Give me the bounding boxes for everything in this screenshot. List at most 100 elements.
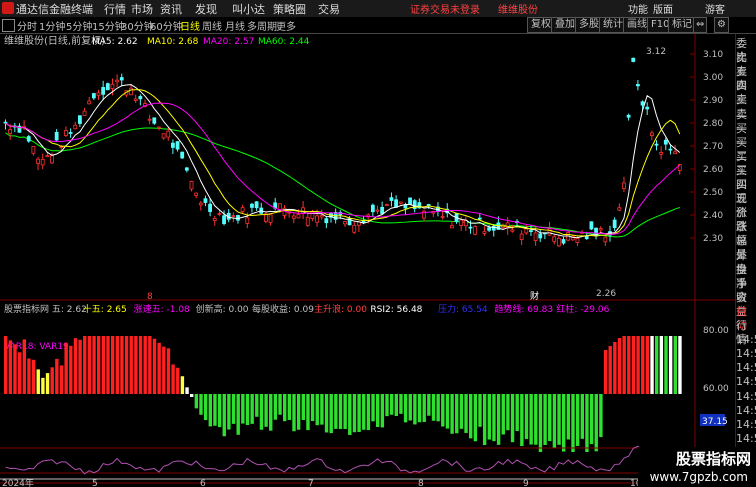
indicator-bar xyxy=(589,394,594,445)
panel-toggle-icon[interactable] xyxy=(2,19,15,32)
candle xyxy=(659,146,664,160)
candle xyxy=(291,212,296,224)
menu-quotes[interactable]: 行情 xyxy=(104,1,126,17)
menu-trade[interactable]: 交易 xyxy=(318,1,340,17)
candle xyxy=(603,236,608,246)
kline-chart[interactable]: 维维股份(日线,前复权) MA5: 2.62 MA10: 2.68 MA20: … xyxy=(0,34,735,487)
candle xyxy=(538,229,543,243)
indicator-bar xyxy=(566,394,571,440)
candle xyxy=(87,96,92,105)
quote-sidebar: 委比 卖五 卖四 卖三 卖二 卖一 买一 买二 买三 买四 买五 现价 涨跌 涨幅 总量 外盘 换手 净资 收益 自动… xyxy=(735,34,756,487)
indicator-bar xyxy=(478,394,482,427)
indicator-bar xyxy=(580,394,584,439)
period-60min[interactable]: 60分钟 xyxy=(150,18,183,33)
menu-layout[interactable]: 版面 xyxy=(653,1,673,16)
indicator-bar xyxy=(627,336,631,394)
indicator-bar xyxy=(120,336,124,394)
candle xyxy=(631,57,636,63)
period-1min[interactable]: 1分钟 xyxy=(39,18,65,33)
indicator-bar xyxy=(190,394,194,397)
date-tick: 7 xyxy=(308,479,314,487)
finance-marker: 财 xyxy=(530,290,539,302)
app-title: 通达信金融终端 xyxy=(16,3,93,16)
price-tick: 2.30 xyxy=(703,234,723,244)
menu-market[interactable]: 市场 xyxy=(131,1,153,17)
indicator-bar xyxy=(617,338,622,394)
date-tick: 6 xyxy=(200,479,206,487)
settings-icon[interactable]: ⚙ xyxy=(714,17,729,33)
indicator-bar xyxy=(143,336,147,394)
candle xyxy=(180,151,185,159)
period-15min[interactable]: 15分钟 xyxy=(92,18,125,33)
candle xyxy=(212,215,217,226)
indicator-bar xyxy=(408,394,412,421)
indicator-bar xyxy=(464,394,468,433)
candle xyxy=(170,139,175,154)
ma10-label: MA10: 2.68 xyxy=(147,37,199,47)
indicator-bar xyxy=(222,394,226,437)
period-daily[interactable]: 日线 xyxy=(180,18,200,33)
candle xyxy=(3,119,8,130)
indicator-label: 主升浪: 0.00 xyxy=(314,303,367,315)
indicator-bar xyxy=(562,394,566,452)
candle xyxy=(612,217,617,232)
menu-xiaoda[interactable]: 叫小达 xyxy=(232,1,265,17)
candle xyxy=(477,213,482,221)
indicator-bar xyxy=(199,394,203,415)
guest-label[interactable]: 游客 xyxy=(705,1,725,16)
indicator-label: 每股收益: 0.09 xyxy=(252,303,314,315)
menu-strategy[interactable]: 策略圈 xyxy=(273,1,306,17)
price-tick: 2.60 xyxy=(703,165,723,175)
ma60-line xyxy=(5,127,680,238)
indicator-bar xyxy=(55,358,59,394)
period-monthly[interactable]: 月线 xyxy=(225,18,245,33)
candle xyxy=(645,102,650,115)
menu-discover[interactable]: 发现 xyxy=(195,1,217,17)
indicator-bar xyxy=(664,336,668,394)
period-5min[interactable]: 5分钟 xyxy=(66,18,92,33)
indicator-bar xyxy=(320,394,324,425)
candle xyxy=(198,201,203,211)
date-tick: 5 xyxy=(92,479,98,487)
expand-icon[interactable]: ⇔ xyxy=(693,17,708,33)
sidebar-label: 14:5 xyxy=(736,431,756,445)
candle xyxy=(519,230,524,246)
candle xyxy=(133,94,138,103)
period-intraday[interactable]: 分时 xyxy=(17,18,37,33)
candle xyxy=(259,202,264,214)
price-tick: 2.70 xyxy=(703,142,723,152)
indicator-bar xyxy=(482,394,487,446)
candle xyxy=(78,115,82,127)
indicator-bar xyxy=(348,394,352,436)
indicator-bar xyxy=(315,394,319,426)
indicator-bar xyxy=(338,394,343,430)
candle xyxy=(482,226,487,236)
candle xyxy=(324,215,329,229)
candle xyxy=(152,117,157,125)
indicator-bar xyxy=(445,394,450,429)
period-weekly[interactable]: 周线 xyxy=(202,18,222,33)
candle xyxy=(82,107,87,116)
period-multi[interactable]: 多周期 xyxy=(247,18,277,33)
period-30min[interactable]: 30分钟 xyxy=(121,18,154,33)
period-more[interactable]: 更多 xyxy=(276,18,296,33)
period-toolbar: 分时 1分钟 5分钟 15分钟 30分钟 60分钟 日线 周线 月线 多周期 更… xyxy=(0,17,756,34)
indicator-bar xyxy=(380,394,385,428)
indicator-bar xyxy=(603,350,608,394)
candle xyxy=(649,130,654,141)
indicator-bar xyxy=(631,336,636,394)
indicator-bar xyxy=(417,394,422,423)
indicator-bar xyxy=(97,336,101,394)
indicator-bar xyxy=(678,336,682,394)
indicator-label: 红柱: -29.06 xyxy=(556,303,609,315)
mark-button[interactable]: 标记 xyxy=(668,17,696,33)
menu-news[interactable]: 资讯 xyxy=(160,1,182,17)
login-warning[interactable]: 证券交易未登录 xyxy=(410,1,480,16)
indicator-bar xyxy=(436,394,440,422)
menu-function[interactable]: 功能 xyxy=(628,1,648,16)
indicator-bar xyxy=(138,336,143,394)
indicator-bar xyxy=(162,346,166,394)
indicator-bar xyxy=(301,394,305,420)
candle xyxy=(68,128,73,138)
indicator-bar xyxy=(4,336,8,394)
